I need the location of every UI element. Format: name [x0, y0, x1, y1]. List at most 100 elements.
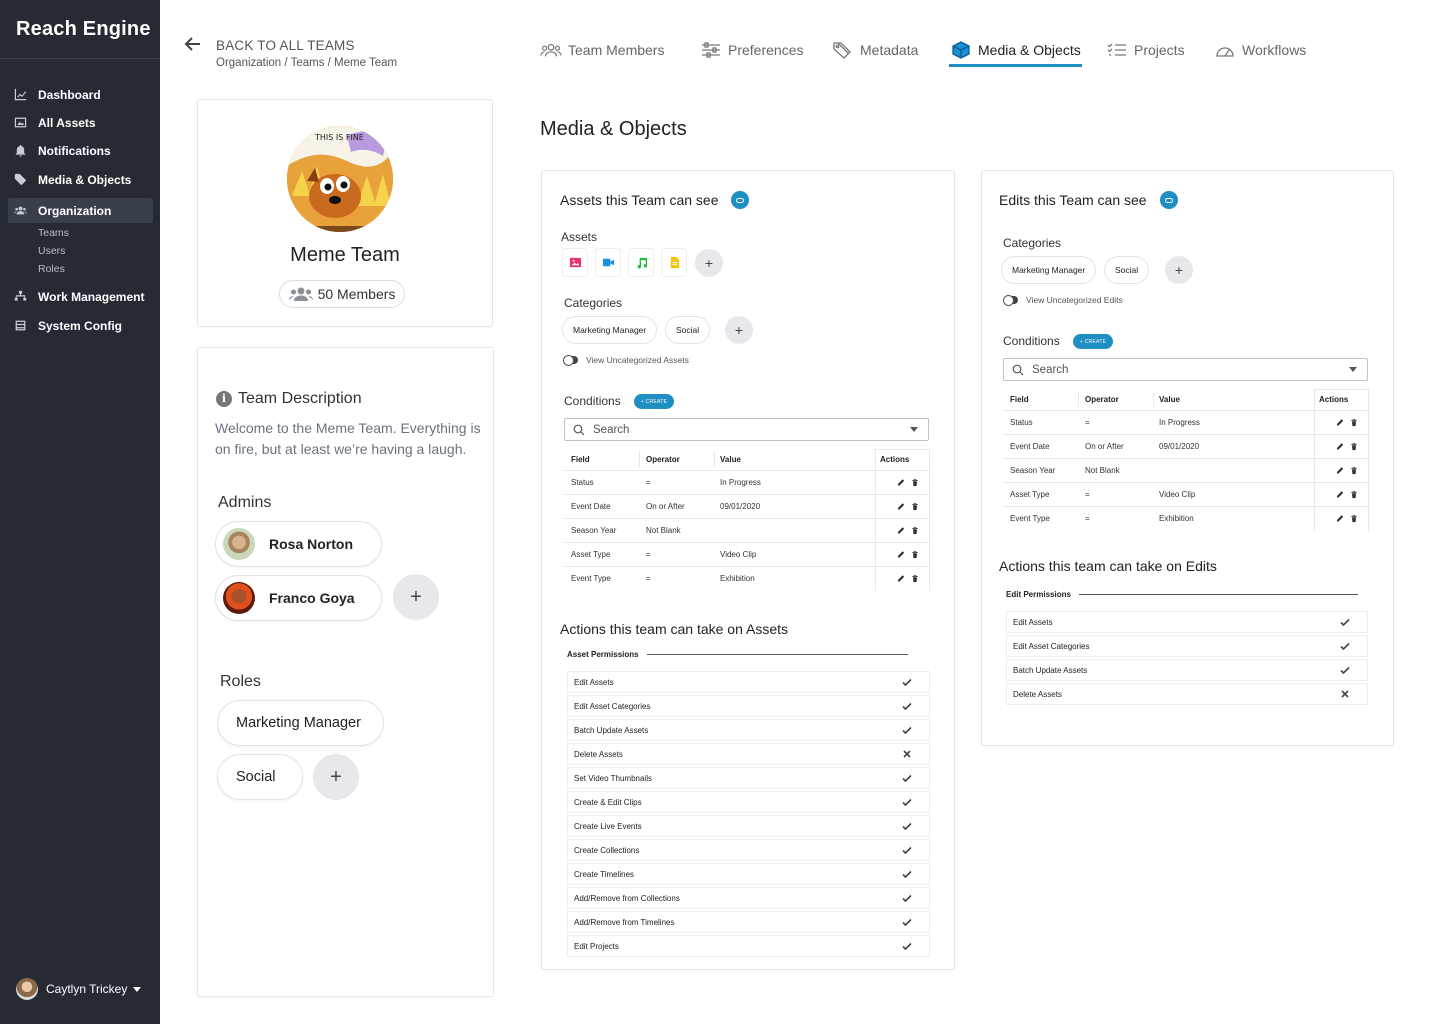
permission-row[interactable]: Delete Assets — [567, 743, 930, 765]
add-asset-type-button[interactable]: + — [695, 249, 723, 277]
conditions-search[interactable]: Search — [1003, 358, 1368, 381]
sidebar-item-system-config[interactable]: System Config — [8, 313, 153, 338]
chevron-down-icon[interactable] — [1349, 367, 1357, 372]
permission-row[interactable]: Edit Assets — [1006, 611, 1368, 633]
tab-workflows[interactable]: Workflows — [1214, 40, 1306, 60]
asset-type-image[interactable] — [562, 248, 588, 277]
edit-icon[interactable] — [897, 574, 905, 583]
sidebar-subitem-teams[interactable]: Teams — [38, 227, 69, 239]
row-actions — [1336, 466, 1358, 475]
tab-label: Preferences — [728, 42, 804, 58]
admin-pill[interactable]: Franco Goya — [215, 575, 382, 621]
permission-row[interactable]: Create Live Events — [567, 815, 930, 837]
trash-icon[interactable] — [1350, 466, 1358, 475]
conditions-search[interactable]: Search — [564, 418, 929, 441]
permission-row[interactable]: Edit Asset Categories — [567, 695, 930, 717]
permission-row[interactable]: Create Collections — [567, 839, 930, 861]
asset-type-document[interactable] — [661, 248, 687, 277]
role-pill[interactable]: Marketing Manager — [217, 700, 384, 746]
edit-icon[interactable] — [1336, 418, 1344, 427]
create-condition-button[interactable]: + CREATE — [1073, 334, 1113, 349]
trash-icon[interactable] — [1350, 418, 1358, 427]
permission-row[interactable]: Create & Edit Clips — [567, 791, 930, 813]
admin-pill[interactable]: Rosa Norton — [215, 521, 382, 567]
permission-label: Set Video Thumbnails — [574, 773, 652, 783]
check-icon — [902, 726, 912, 735]
permission-row[interactable]: Edit Asset Categories — [1006, 635, 1368, 657]
add-admin-button[interactable]: + — [393, 574, 439, 620]
asset-type-audio[interactable] — [628, 248, 654, 277]
permission-row[interactable]: Batch Update Assets — [1006, 659, 1368, 681]
permission-row[interactable]: Set Video Thumbnails — [567, 767, 930, 789]
back-arrow-icon[interactable] — [184, 36, 202, 52]
edit-icon[interactable] — [897, 502, 905, 511]
sidebar-item-all-assets[interactable]: All Assets — [8, 110, 153, 135]
toggle-switch[interactable] — [1003, 295, 1018, 306]
view-uncategorized-toggle[interactable]: View Uncategorized Edits — [1003, 295, 1123, 306]
row-divider — [1003, 506, 1369, 507]
check-icon — [902, 870, 912, 879]
user-name: Caytlyn Trickey — [46, 982, 128, 996]
column-header-operator: Operator — [1085, 395, 1119, 404]
create-condition-button[interactable]: + CREATE — [634, 394, 674, 409]
sidebar-item-media-objects[interactable]: Media & Objects — [8, 167, 153, 192]
permission-row[interactable]: Delete Assets — [1006, 683, 1368, 705]
category-chip[interactable]: Social — [665, 316, 711, 344]
sidebar-item-organization[interactable]: Organization — [8, 198, 153, 223]
edit-icon[interactable] — [897, 550, 905, 559]
edit-icon[interactable] — [1336, 514, 1344, 523]
category-chip[interactable]: Marketing Manager — [1001, 256, 1097, 284]
add-category-button[interactable]: + — [725, 316, 753, 344]
back-to-teams-link[interactable]: BACK TO ALL TEAMS — [216, 38, 355, 53]
view-uncategorized-toggle[interactable]: View Uncategorized Assets — [563, 355, 689, 366]
cell-field: Status — [571, 478, 594, 487]
info-icon: i — [216, 391, 232, 407]
sidebar-subitem-users[interactable]: Users — [38, 245, 65, 257]
tab-preferences[interactable]: Preferences — [700, 40, 803, 60]
role-pill[interactable]: Social — [217, 754, 303, 800]
config-icon — [15, 320, 26, 331]
tab-projects[interactable]: Projects — [1106, 40, 1185, 60]
category-chip[interactable]: Marketing Manager — [562, 316, 658, 344]
trash-icon[interactable] — [911, 526, 919, 535]
trash-icon[interactable] — [911, 574, 919, 583]
category-chip[interactable]: Social — [1104, 256, 1150, 284]
permission-row[interactable]: Edit Projects — [567, 935, 930, 957]
permission-row[interactable]: Edit Assets — [567, 671, 930, 693]
toggle-switch[interactable] — [563, 355, 578, 366]
tab-team-members[interactable]: Team Members — [540, 40, 664, 60]
tab-metadata[interactable]: Metadata — [832, 40, 918, 60]
trash-icon[interactable] — [911, 502, 919, 511]
sidebar-item-work-management[interactable]: Work Management — [8, 284, 153, 309]
members-count-button[interactable]: 50 Members — [279, 280, 405, 308]
permission-row[interactable]: Batch Update Assets — [567, 719, 930, 741]
tag-icon — [14, 173, 27, 186]
app-logo[interactable]: Reach Engine — [16, 18, 151, 41]
permission-label: Create Collections — [574, 845, 640, 855]
sidebar-item-dashboard[interactable]: Dashboard — [8, 82, 153, 107]
add-role-button[interactable]: + — [313, 754, 359, 800]
permission-row[interactable]: Add/Remove from Timelines — [567, 911, 930, 933]
chevron-down-icon[interactable] — [910, 427, 918, 432]
asset-type-video[interactable] — [595, 248, 621, 277]
edit-icon[interactable] — [897, 478, 905, 487]
assets-card-title: Assets this Team can see — [560, 191, 750, 209]
sidebar-subitem-roles[interactable]: Roles — [38, 263, 65, 275]
trash-icon[interactable] — [911, 478, 919, 487]
user-menu[interactable]: Caytlyn Trickey — [16, 978, 142, 1000]
edit-icon[interactable] — [1336, 490, 1344, 499]
edit-icon[interactable] — [1336, 442, 1344, 451]
trash-icon[interactable] — [911, 550, 919, 559]
add-category-button[interactable]: + — [1165, 256, 1193, 284]
plus-icon: + — [734, 322, 744, 338]
edit-icon[interactable] — [897, 526, 905, 535]
trash-icon[interactable] — [1350, 514, 1358, 523]
edit-icon[interactable] — [1336, 466, 1344, 475]
permission-row[interactable]: Add/Remove from Collections — [567, 887, 930, 909]
team-members-icon — [540, 43, 562, 57]
tab-media-objects[interactable]: Media & Objects — [950, 40, 1081, 60]
permission-row[interactable]: Create Timelines — [567, 863, 930, 885]
trash-icon[interactable] — [1350, 442, 1358, 451]
trash-icon[interactable] — [1350, 490, 1358, 499]
sidebar-item-notifications[interactable]: Notifications — [8, 138, 153, 163]
